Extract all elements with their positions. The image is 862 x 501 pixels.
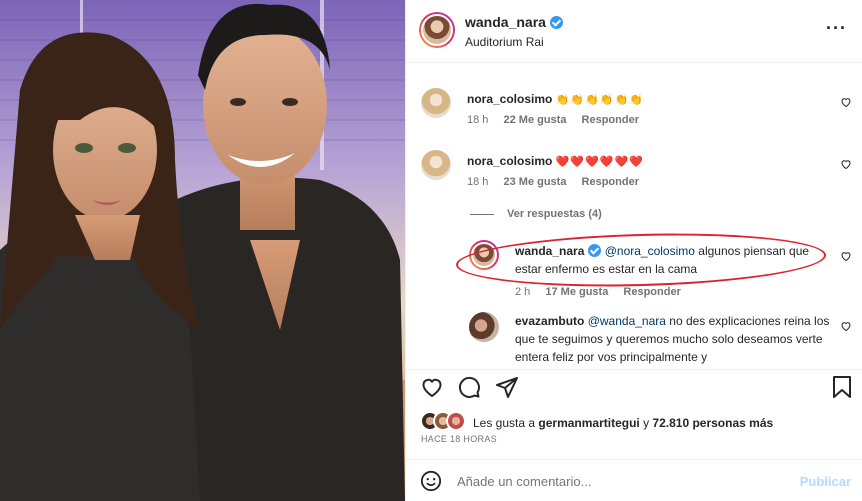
post-side-panel: wanda_nara Auditorium Rai ··· nora_colos… [405,0,862,501]
reply-time: 2 h [515,286,531,298]
likes-summary[interactable]: Les gusta a germanmartitegui y 72.810 pe… [473,416,773,430]
publish-button[interactable]: Publicar [800,474,851,489]
comment-likes[interactable]: 22 Me gusta [503,114,566,126]
reply-button[interactable]: Responder [582,114,639,126]
reply-button[interactable]: Responder [623,286,680,298]
verified-badge-icon [549,16,563,29]
comment-meta: 18 h 23 Me gusta Responder [467,176,651,188]
comment-body: ❤️❤️❤️❤️❤️❤️ [555,156,644,168]
commenter-avatar[interactable] [421,88,451,118]
comment-likes[interactable]: 23 Me gusta [503,176,566,188]
ellipsis-icon[interactable]: ··· [826,19,847,37]
comment-time: 18 h [467,114,489,126]
post-photo[interactable] [0,0,405,501]
likes-count[interactable]: 72.810 personas más [652,416,773,430]
reply-likes[interactable]: 17 Me gusta [545,286,608,298]
commenter-avatar[interactable] [421,150,451,180]
comment-username[interactable]: nora_colosimo [467,92,552,106]
comments-list[interactable]: nora_colosimo 👏👏👏👏👏👏 18 h 22 Me gusta Re… [406,64,862,369]
like-heart-icon[interactable] [420,375,444,399]
heart-icon[interactable] [840,250,852,262]
photo-illustration [0,0,405,501]
instagram-post-view: wanda_nara Auditorium Rai ··· nora_colos… [0,0,862,501]
highlight-oval [455,229,827,291]
reply-button[interactable]: Responder [582,176,639,188]
replier-avatar[interactable] [469,312,499,342]
add-comment-bar: Publicar [406,459,862,501]
post-location[interactable]: Auditorium Rai [465,35,544,49]
comment-body: 👏👏👏👏👏👏 [555,94,644,106]
comment-text: nora_colosimo 👏👏👏👏👏👏 [467,90,827,109]
likes-prefix: Les gusta a [473,416,539,430]
comment-meta: 18 h 22 Me gusta Responder [467,114,651,126]
view-replies-button[interactable]: Ver respuestas (4) [507,208,602,220]
likes-middle: y [639,416,653,430]
comment-time: 18 h [467,176,489,188]
comment-username[interactable]: nora_colosimo [467,154,552,168]
comment-bubble-icon[interactable] [457,375,481,399]
reply-username[interactable]: evazambuto [515,314,584,328]
author-username-row[interactable]: wanda_nara [465,14,563,30]
bookmark-icon[interactable] [831,375,853,399]
post-actions: Les gusta a germanmartitegui y 72.810 pe… [406,369,862,459]
heart-icon[interactable] [840,158,852,170]
reply-text: evazambuto @wanda_nara no des explicacio… [515,312,835,366]
comment-text: nora_colosimo ❤️❤️❤️❤️❤️❤️ [467,152,827,171]
author-avatar[interactable] [419,12,455,48]
share-paper-plane-icon[interactable] [495,375,519,399]
replies-divider [470,214,494,215]
liker-avatars [420,411,470,433]
liker-username[interactable]: germanmartitegui [538,416,639,430]
comment-input[interactable] [457,474,787,489]
heart-icon[interactable] [840,320,852,332]
reply-meta: 2 h 17 Me gusta Responder [515,286,693,298]
post-timestamp[interactable]: HACE 18 HORAS [421,434,497,444]
reply-mention[interactable]: @wanda_nara [588,314,666,328]
author-username[interactable]: wanda_nara [465,14,546,30]
post-header: wanda_nara Auditorium Rai ··· [406,0,862,63]
emoji-icon[interactable] [420,470,442,492]
heart-icon[interactable] [840,96,852,108]
